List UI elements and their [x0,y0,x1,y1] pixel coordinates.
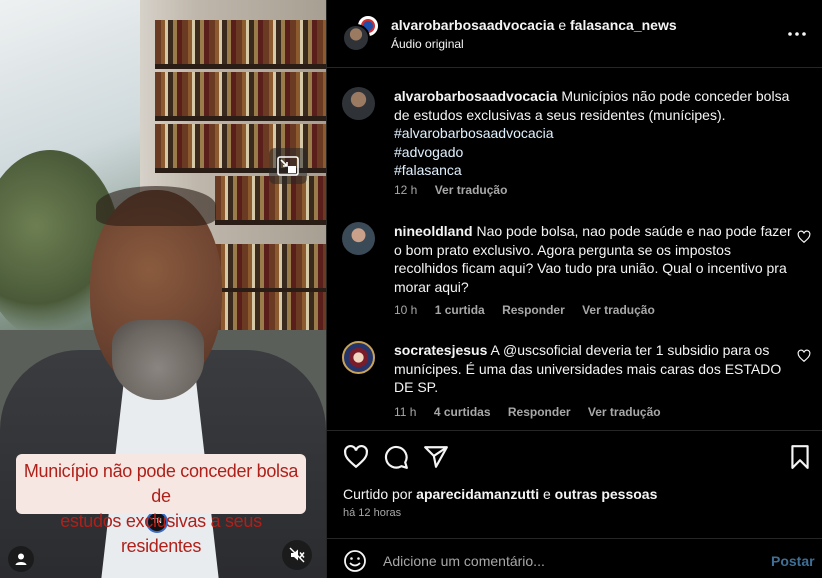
liked-conj: e [542,486,551,502]
muted-speaker-icon [289,547,305,563]
conjunction-text: e [558,17,567,33]
avatar[interactable] [342,222,375,255]
post-header: alvarobarbosaadvocacia e falasanca_news … [327,0,822,68]
video-caption-line: Município não pode conceder bolsa de [23,461,299,506]
mute-toggle-button[interactable] [282,540,312,570]
avatar[interactable] [342,341,375,374]
heart-icon[interactable] [343,444,369,470]
speaker-hair [96,186,216,226]
comment-time[interactable]: 12 h [394,183,417,197]
bookshelf-row [155,20,326,69]
comments-list[interactable]: alvarobarbosaadvocacia Municípios não po… [327,69,822,429]
liked-prefix: Curtido por [343,486,413,502]
post-actions: Curtido por aparecidamanzutti e outras p… [327,430,822,540]
avatar[interactable] [342,24,370,52]
post-timestamp[interactable]: há 12 horas [343,507,401,519]
comment-composer: Postar [327,538,822,578]
translate-link[interactable]: Ver tradução [435,183,508,197]
like-count[interactable]: 1 curtida [435,303,485,317]
hashtag-link[interactable]: #advogado [394,143,794,162]
translate-link[interactable]: Ver tradução [588,405,661,419]
video-caption: Município não pode conceder bolsa de est… [16,454,306,556]
reply-button[interactable]: Responder [502,303,565,317]
comment-input[interactable] [383,547,753,575]
comment-meta: 12 h Ver tradução [394,183,521,197]
post-button[interactable]: Postar [771,553,815,569]
username-link[interactable]: falasanca_news [570,17,677,33]
username-link[interactable]: alvarobarbosaadvocacia [391,17,554,33]
comment-username[interactable]: socratesjesus [394,342,487,358]
hashtag-link[interactable]: #alvarobarbosaadvocacia [394,124,794,143]
video-caption-line: estudos exclusivas a seus residentes [60,511,262,556]
more-options-icon [788,32,806,36]
hashtag-link[interactable]: #falasanca [394,161,794,180]
comment-text: alvarobarbosaadvocacia Municípios não po… [394,87,794,180]
like-comment-icon[interactable] [797,349,811,363]
collab-usernames: alvarobarbosaadvocacia e falasanca_news [391,17,677,33]
bookshelf-row [155,72,326,121]
liked-others-link[interactable]: outras pessoas [555,486,658,502]
liked-username[interactable]: aparecidamanzutti [416,486,539,502]
comment-text: nineoldland Nao pode bolsa, nao pode saú… [394,222,794,296]
collab-avatars[interactable] [342,14,382,54]
translate-link[interactable]: Ver tradução [582,303,655,317]
picture-in-picture-icon [277,156,299,176]
comment-username[interactable]: alvarobarbosaadvocacia [394,88,557,104]
reply-button[interactable]: Responder [508,405,571,419]
comment-time[interactable]: 11 h [394,405,416,419]
comment-username[interactable]: nineoldland [394,223,473,239]
user-tag-icon [15,553,27,565]
like-comment-icon[interactable] [797,230,811,244]
comment-meta: 11 h 4 curtidas Responder Ver tradução [394,405,675,419]
like-count[interactable]: 4 curtidas [434,405,491,419]
speaker-beard [112,320,204,400]
post-details-panel: alvarobarbosaadvocacia e falasanca_news … [326,0,822,578]
bookshelf-row [215,244,326,293]
share-icon[interactable] [423,444,449,470]
bookmark-icon[interactable] [787,444,813,470]
audio-link[interactable]: Áudio original [391,37,464,51]
comment-meta: 10 h 1 curtida Responder Ver tradução [394,303,669,317]
comment-time[interactable]: 10 h [394,303,417,317]
emoji-icon[interactable] [343,549,367,573]
comment-icon[interactable] [383,444,409,470]
reel-video[interactable]: TN Município não pode conceder bolsa de … [0,0,326,578]
comment-text: socratesjesus A @uscsoficial deveria ter… [394,341,794,397]
picture-in-picture-button[interactable] [269,148,307,184]
user-tag-button[interactable] [8,546,34,572]
avatar[interactable] [342,87,375,120]
liked-by-text: Curtido por aparecidamanzutti e outras p… [343,486,657,502]
more-options-button[interactable] [785,22,809,46]
